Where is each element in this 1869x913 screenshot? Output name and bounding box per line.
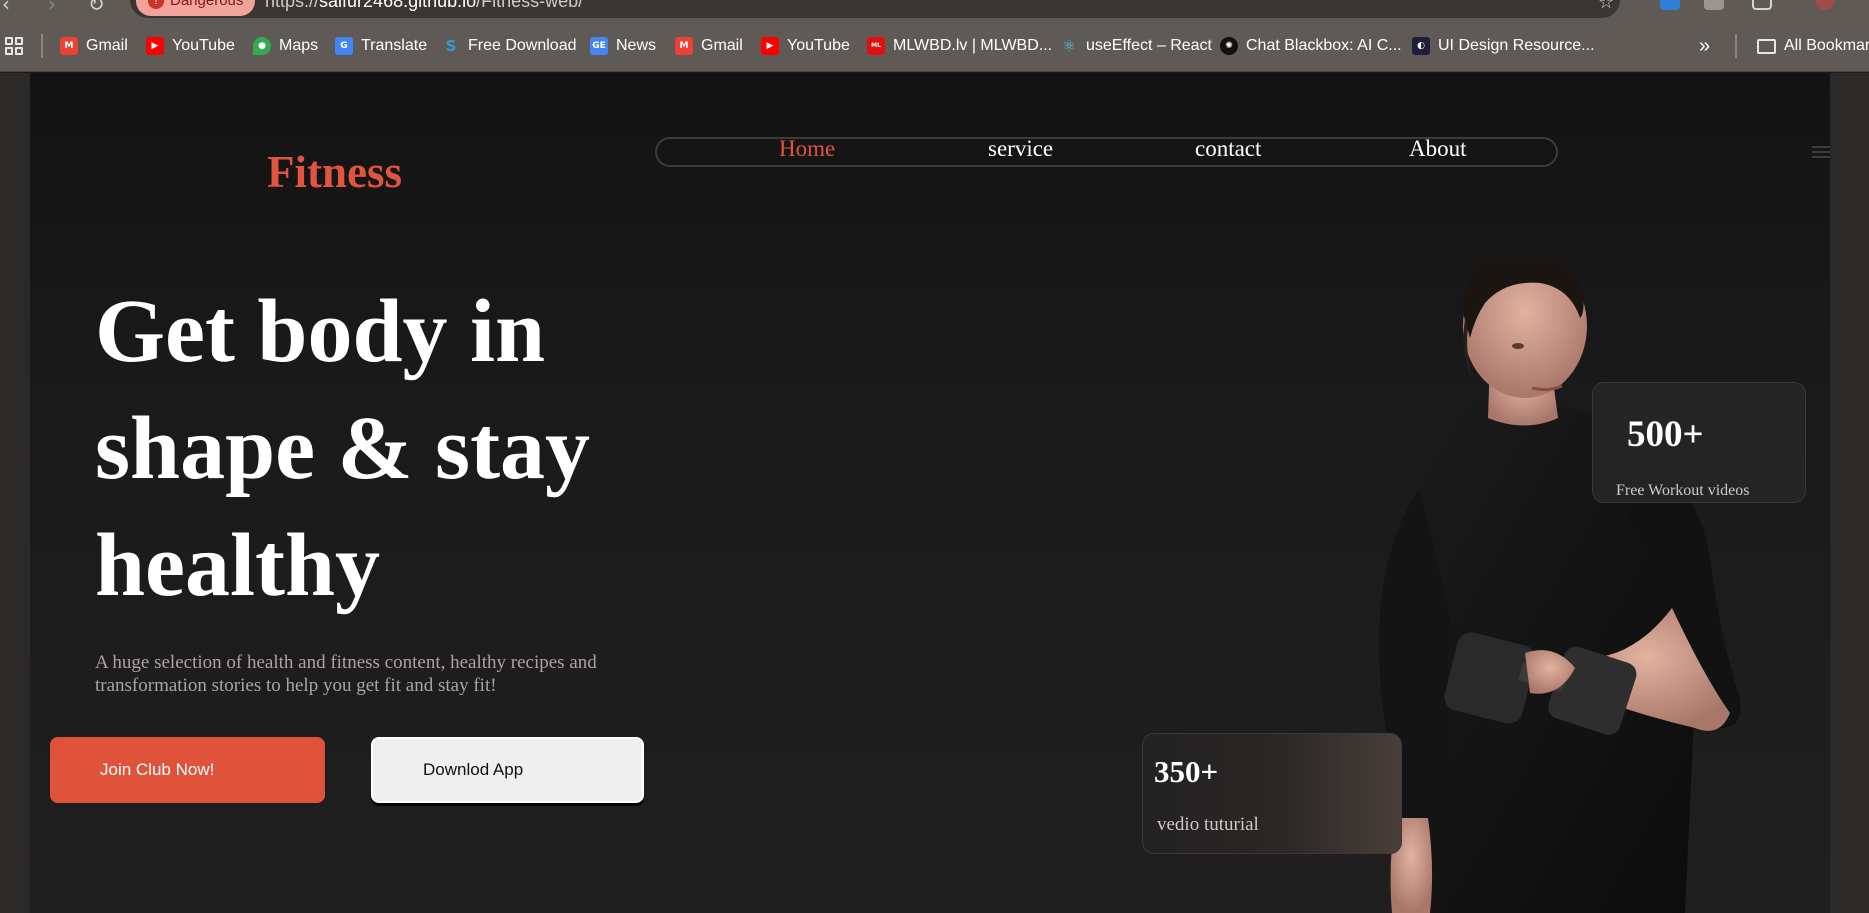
stat-label: vedio tuturial: [1157, 814, 1259, 835]
stat-card-workout-videos: 500+ Free Workout videos: [1592, 382, 1806, 503]
bookmark-ui-design-resources[interactable]: ◐ UI Design Resource...: [1412, 20, 1595, 72]
bookmark-maps[interactable]: ● Maps: [253, 20, 318, 72]
profile-avatar[interactable]: [1815, 0, 1835, 10]
bookmark-star-icon[interactable]: ☆: [1598, 0, 1614, 13]
extension-icon[interactable]: [1704, 0, 1724, 10]
hero-headline: Get body in shape & stay healthy: [95, 282, 591, 615]
bookmark-youtube[interactable]: ▶ YouTube: [761, 20, 850, 72]
url-text[interactable]: https://saifur2468.github.io/Fitness-web…: [265, 0, 583, 12]
join-club-button[interactable]: Join Club Now!: [50, 737, 325, 803]
bookmark-free-download[interactable]: S Free Download: [442, 20, 577, 72]
youtube-icon: ▶: [146, 37, 164, 55]
react-icon: ⚛: [1062, 37, 1076, 55]
viewport-margin: [1830, 73, 1869, 913]
site-logo[interactable]: Fitness: [267, 146, 402, 198]
bookmark-news[interactable]: GE News: [590, 20, 656, 72]
translate-icon: G: [335, 37, 353, 55]
reload-icon[interactable]: ↻: [88, 0, 105, 16]
back-icon[interactable]: ‹: [2, 0, 10, 16]
more-bookmarks-button[interactable]: »: [1699, 20, 1710, 72]
nav-contact[interactable]: contact: [1195, 136, 1261, 162]
gmail-icon: M: [675, 37, 693, 55]
bookmark-gmail[interactable]: M Gmail: [675, 20, 743, 72]
free-download-icon: S: [445, 37, 457, 55]
mlwbd-icon: ML: [867, 37, 885, 55]
dangerous-site-badge[interactable]: Dangerous: [136, 0, 256, 16]
bookmarks-bar: M Gmail ▶ YouTube ● Maps G Translate S Free D…: [0, 20, 1869, 72]
bookmark-chat-blackbox[interactable]: ✺ Chat Blackbox: AI C...: [1220, 20, 1402, 72]
bookmark-gmail[interactable]: M Gmail: [60, 20, 128, 72]
extension-icon[interactable]: [1660, 0, 1680, 10]
hamburger-menu-icon[interactable]: [1812, 146, 1830, 161]
fitness-landing-page: Fitness Home service contact About Get b…: [30, 73, 1830, 913]
maps-icon: ●: [253, 37, 271, 55]
main-nav: Home service contact About: [655, 136, 1558, 167]
nav-about[interactable]: About: [1409, 136, 1467, 162]
download-app-button[interactable]: Downlod App: [371, 737, 644, 803]
news-icon: GE: [590, 37, 608, 55]
stat-value: 350+: [1154, 754, 1219, 789]
bookmark-mlwbd[interactable]: ML MLWBD.lv | MLWBD...: [867, 20, 1052, 72]
bookmark-useeffect-react[interactable]: ⚛ useEffect – React: [1060, 20, 1212, 72]
stat-value: 500+: [1627, 414, 1704, 455]
bookmarks-separator: [41, 34, 43, 58]
stat-card-video-tutorial: 350+ vedio tuturial: [1142, 733, 1402, 854]
extensions-puzzle-icon[interactable]: [1752, 0, 1772, 10]
browser-toolbar: ‹ › ↻ Dangerous https://saifur2468.githu…: [0, 0, 1869, 20]
bookmark-youtube[interactable]: ▶ YouTube: [146, 20, 235, 72]
bookmarks-separator: [1735, 34, 1737, 58]
viewport-margin: [0, 73, 30, 913]
youtube-icon: ▶: [761, 37, 779, 55]
apps-grid-icon[interactable]: [5, 37, 23, 55]
nav-service[interactable]: service: [988, 136, 1053, 162]
hero-description: A huge selection of health and fitness c…: [95, 652, 597, 696]
forward-icon[interactable]: ›: [48, 0, 56, 16]
stat-label: Free Workout videos: [1616, 482, 1750, 499]
gmail-icon: M: [60, 37, 78, 55]
all-bookmarks-button[interactable]: All Bookmarks: [1757, 20, 1869, 72]
ui-design-icon: ◐: [1412, 37, 1430, 55]
nav-home[interactable]: Home: [779, 136, 835, 162]
folder-icon: [1757, 38, 1776, 54]
blackbox-icon: ✺: [1220, 37, 1238, 55]
bookmark-translate[interactable]: G Translate: [335, 20, 427, 72]
